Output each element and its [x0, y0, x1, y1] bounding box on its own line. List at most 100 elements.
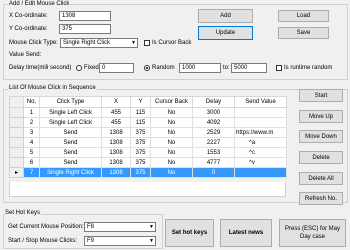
cell-cursor-back[interactable]: No	[150, 127, 193, 138]
cell-click-type[interactable]: Send	[39, 147, 102, 158]
get-position-hotkey-value: F8	[87, 224, 95, 230]
fixed-delay-input[interactable]: 0	[99, 63, 134, 73]
start-stop-hotkey-select[interactable]: F9 ▼	[84, 236, 156, 246]
cell-delay[interactable]: 0	[192, 167, 235, 178]
cell-x[interactable]: 455	[101, 117, 131, 128]
cell-delay[interactable]: 4777	[192, 157, 235, 168]
move-down-button[interactable]: Move Down	[299, 130, 343, 143]
add-button[interactable]: Add	[198, 9, 253, 23]
cell-x[interactable]: 1308	[101, 137, 131, 148]
delete-all-button[interactable]: Delete All	[299, 172, 343, 185]
cell-no[interactable]: 4	[23, 137, 40, 148]
cell-y[interactable]: 115	[130, 107, 151, 118]
column-header-y[interactable]: Y	[130, 96, 151, 108]
cell-cursor-back[interactable]: No	[150, 167, 193, 178]
chevron-down-icon: ▼	[149, 238, 154, 244]
table-row[interactable]: 4 Send 1308 375 No 2227 ^a	[9, 137, 287, 148]
cell-send-value[interactable]: ^v	[234, 157, 287, 168]
column-header-cursor-back[interactable]: Cursor Back	[150, 96, 193, 108]
cell-click-type[interactable]: Single Left Click	[39, 117, 102, 128]
random-from-input[interactable]: 1000	[179, 63, 221, 73]
cell-y[interactable]: 375	[130, 167, 151, 178]
cell-delay[interactable]: 3000	[192, 107, 235, 118]
cell-no[interactable]: 3	[23, 127, 40, 138]
table-row-selected[interactable]: ▸ 7 Single Right Click 1308 375 No 0	[9, 167, 287, 178]
cell-cursor-back[interactable]: No	[150, 117, 193, 128]
column-header-send-value[interactable]: Send Value	[234, 96, 287, 108]
cell-x[interactable]: 1308	[101, 147, 131, 158]
click-type-select[interactable]: Single Right Click ▼	[60, 38, 138, 48]
cell-delay[interactable]: 2227	[192, 137, 235, 148]
y-coordinate-input[interactable]: 375	[59, 24, 111, 34]
x-coordinate-input[interactable]: 1308	[59, 11, 111, 21]
cell-no[interactable]: 2	[23, 117, 40, 128]
cell-click-type[interactable]: Send	[39, 127, 102, 138]
load-button[interactable]: Load	[278, 10, 329, 22]
cell-y[interactable]: 375	[130, 127, 151, 138]
row-header[interactable]	[9, 107, 24, 118]
cell-x[interactable]: 1308	[101, 127, 131, 138]
cell-y[interactable]: 375	[130, 137, 151, 148]
cell-send-value[interactable]: https://www.m	[234, 127, 287, 138]
is-runtime-random-checkbox[interactable]	[276, 65, 282, 71]
is-cursor-back-checkbox[interactable]	[144, 40, 150, 46]
click-type-value: Single Right Click	[63, 40, 111, 46]
random-radio[interactable]	[144, 65, 150, 71]
column-header-delay[interactable]: Delay	[192, 96, 235, 108]
cell-click-type[interactable]: Single Left Click	[39, 107, 102, 118]
start-button[interactable]: Start	[299, 89, 343, 102]
cell-click-type[interactable]: Send	[39, 137, 102, 148]
move-up-button[interactable]: Move Up	[299, 110, 343, 123]
cell-send-value[interactable]: ^c	[234, 147, 287, 158]
cell-no[interactable]: 5	[23, 147, 40, 158]
refresh-no-button[interactable]: Refresh No.	[299, 192, 343, 205]
table-row[interactable]: 1 Single Left Click 455 115 No 3000	[9, 107, 287, 118]
table-row[interactable]: 6 Send 1308 375 No 4777 ^v	[9, 157, 287, 168]
cell-click-type[interactable]: Single Right Click	[39, 167, 102, 178]
save-button[interactable]: Save	[278, 27, 329, 39]
get-position-hotkey-select[interactable]: F8 ▼	[84, 222, 156, 232]
chevron-down-icon: ▼	[149, 224, 154, 230]
update-button[interactable]: Update	[198, 26, 253, 40]
row-header[interactable]	[9, 147, 24, 158]
cell-send-value[interactable]	[234, 167, 287, 178]
row-header[interactable]	[9, 127, 24, 138]
row-header[interactable]	[9, 117, 24, 128]
cell-x[interactable]: 455	[101, 107, 131, 118]
cell-no[interactable]: 7	[23, 167, 40, 178]
delete-button[interactable]: Delete	[299, 151, 343, 164]
hot-keys-legend: Set Hot Keys	[4, 210, 42, 217]
cell-cursor-back[interactable]: No	[150, 107, 193, 118]
row-header[interactable]	[9, 137, 24, 148]
cell-y[interactable]: 375	[130, 157, 151, 168]
cell-send-value[interactable]: ^a	[234, 137, 287, 148]
cell-x[interactable]: 1308	[101, 157, 131, 168]
cell-send-value[interactable]	[234, 107, 287, 118]
random-to-input[interactable]: 5000	[231, 63, 267, 73]
cell-no[interactable]: 1	[23, 107, 40, 118]
latest-news-button[interactable]: Latest news	[220, 219, 272, 247]
row-header[interactable]	[9, 157, 24, 168]
cell-cursor-back[interactable]: No	[150, 157, 193, 168]
table-row[interactable]: 2 Single Left Click 455 115 No 4092	[9, 117, 287, 128]
set-hot-keys-button[interactable]: Set hot keys	[165, 219, 214, 247]
cell-delay[interactable]: 4092	[192, 117, 235, 128]
cell-delay[interactable]: 1553	[192, 147, 235, 158]
cell-y[interactable]: 375	[130, 147, 151, 158]
cell-no[interactable]: 6	[23, 157, 40, 168]
cell-delay[interactable]: 2529	[192, 127, 235, 138]
cell-cursor-back[interactable]: No	[150, 137, 193, 148]
row-header[interactable]: ▸	[9, 167, 24, 178]
table-row[interactable]: 3 Send 1308 375 No 2529 https://www.m	[9, 127, 287, 138]
column-header-no[interactable]: No.	[23, 96, 40, 108]
column-header-click-type[interactable]: Click Type	[39, 96, 102, 108]
table-row[interactable]: 5 Send 1308 375 No 1553 ^c	[9, 147, 287, 158]
mouse-click-table[interactable]: No. Click Type X Y Cursor Back Delay Sen…	[9, 96, 287, 178]
cell-click-type[interactable]: Send	[39, 157, 102, 168]
cell-x[interactable]: 1308	[101, 167, 131, 178]
cell-y[interactable]: 115	[130, 117, 151, 128]
cell-cursor-back[interactable]: No	[150, 147, 193, 158]
column-header-x[interactable]: X	[101, 96, 131, 108]
cell-send-value[interactable]	[234, 117, 287, 128]
fixed-radio[interactable]	[76, 65, 82, 71]
